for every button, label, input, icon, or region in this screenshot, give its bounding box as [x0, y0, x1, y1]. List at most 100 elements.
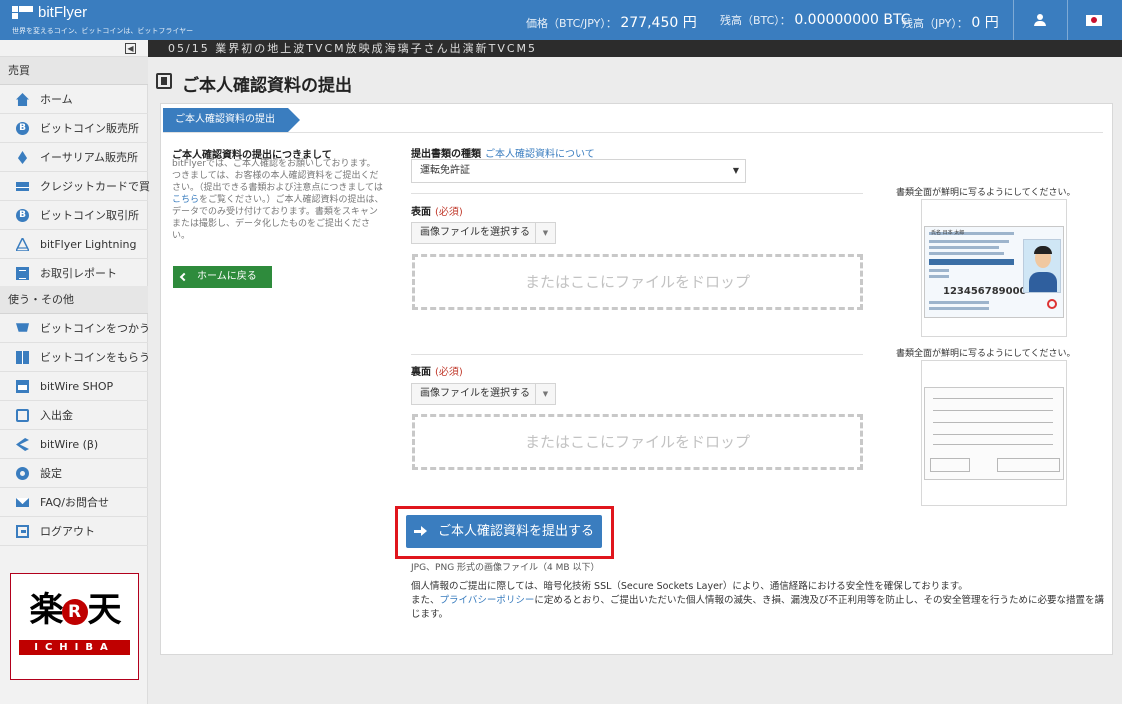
- report-icon: [16, 267, 29, 280]
- arrow-right-icon: [414, 525, 428, 538]
- sidebar-item-label: ビットコインをつかう: [40, 322, 150, 335]
- share-icon: [16, 438, 29, 451]
- doc-type-label: 提出書類の種類 ご本人確認資料について: [411, 149, 595, 160]
- sidebar-item-faq[interactable]: FAQ/お問合せ: [0, 488, 148, 517]
- tab-document-submission[interactable]: ご本人確認資料の提出: [163, 108, 300, 132]
- logout-icon: [16, 525, 29, 538]
- news-ticker[interactable]: 05/15 業界初の地上波TVCM放映成海璃子さん出演新TVCM5: [148, 40, 1122, 57]
- back-sample-note: 書類全面が鮮明に写るようにしてください。: [896, 349, 1076, 359]
- doc-type-select[interactable]: 運転免許証 ▼: [411, 159, 746, 183]
- divider: [411, 193, 863, 194]
- language-button[interactable]: [1068, 0, 1120, 40]
- sidebar-item-label: ホーム: [40, 93, 73, 106]
- sidebar-item-lightning[interactable]: bitFlyer Lightning: [0, 230, 148, 259]
- sidebar-item-bitwire[interactable]: bitWire (β): [0, 430, 148, 459]
- privacy-line-2: また、プライバシーポリシーに定めるとおり、ご提出いただいた個人情報の滅失、き損、…: [411, 595, 1104, 620]
- sidebar-item-use-bitcoin[interactable]: ビットコインをつかう: [0, 314, 150, 343]
- ichiba-label: ICHIBA: [19, 640, 130, 655]
- info-link[interactable]: こちら: [172, 195, 199, 205]
- portrait-photo: [1023, 239, 1061, 293]
- sidebar-section-trade: 売買: [0, 57, 148, 85]
- doc-type-value: 運転免許証: [420, 165, 470, 176]
- sidebar: ◀ 売買 ホーム B ビットコイン販売所 イーサリアム販売所 クレジットカードで…: [0, 40, 150, 704]
- home-icon: [16, 93, 29, 106]
- credit-card-icon: [16, 182, 29, 191]
- account-button[interactable]: [1014, 0, 1066, 40]
- arrow-left-icon: [179, 272, 189, 282]
- sidebar-item-label: クレジットカードで買: [40, 180, 150, 193]
- sidebar-item-label: イーサリアム販売所: [40, 151, 139, 164]
- official-seal-icon: [1047, 299, 1057, 309]
- sidebar-item-bitwire-shop[interactable]: bitWire SHOP: [0, 372, 148, 401]
- gear-icon: [16, 467, 29, 480]
- sidebar-item-ethereum-shop[interactable]: イーサリアム販売所: [0, 143, 148, 172]
- ethereum-icon: [17, 151, 28, 164]
- submit-button-label: ご本人確認資料を提出する: [438, 524, 595, 539]
- sidebar-collapse-button[interactable]: ◀: [0, 40, 148, 57]
- dropdown-caret-icon: ▼: [535, 223, 555, 243]
- jpy-balance-label: 残高（JPY）：: [902, 17, 968, 30]
- sidebar-item-label: ログアウト: [40, 525, 95, 538]
- sidebar-item-label: 入出金: [40, 409, 73, 422]
- logo-mark-icon: [12, 6, 34, 20]
- sidebar-item-label: ビットコイン販売所: [40, 122, 139, 135]
- info-text: bitFlyerでは、ご本人確認をお願いしております。つきましては、お客様の本人…: [172, 159, 384, 241]
- btc-balance-value: 0.00000000 BTC: [794, 12, 911, 28]
- jpy-balance: 残高（JPY）： 0 円: [902, 12, 999, 32]
- sidebar-item-label: bitWire (β): [40, 438, 99, 451]
- brand-name: bitFlyer: [38, 4, 88, 21]
- collapse-arrow-icon: ◀: [125, 43, 136, 54]
- back-side-label: 裏面 (必須): [411, 367, 463, 378]
- cash-icon: [16, 409, 29, 422]
- lightning-icon: [16, 238, 29, 251]
- sidebar-item-logout[interactable]: ログアウト: [0, 517, 148, 546]
- sidebar-item-bitcoin-exchange[interactable]: B ビットコイン取引所: [0, 201, 148, 230]
- sidebar-item-credit-card[interactable]: クレジットカードで買: [0, 172, 150, 201]
- license-front-sample-image: 氏名 日本 太郎 123456789000: [924, 226, 1064, 318]
- file-format-note: JPG、PNG 形式の画像ファイル（4 MB 以下）: [411, 563, 600, 573]
- privacy-line-1: 個人情報のご提出に際しては、暗号化技術 SSL（Secure Sockets L…: [411, 581, 968, 592]
- rakuten-logo: 楽R天: [29, 590, 122, 630]
- btc-balance: 残高（BTC）： 0.00000000 BTC: [720, 12, 911, 28]
- file-button-label: 画像ファイルを選択する: [420, 388, 530, 399]
- bitcoin-icon: B: [16, 209, 29, 222]
- flag-japan-icon: [1086, 14, 1102, 26]
- back-drop-zone[interactable]: またはここにファイルをドロップ: [412, 414, 863, 470]
- sidebar-item-deposit-withdraw[interactable]: 入出金: [0, 401, 148, 430]
- privacy-notice: 個人情報のご提出に際しては、暗号化技術 SSL（Secure Sockets L…: [411, 580, 1111, 622]
- sidebar-item-label: ビットコイン取引所: [40, 209, 139, 222]
- tab-underline: [163, 132, 1103, 133]
- submit-documents-button[interactable]: ご本人確認資料を提出する: [406, 515, 602, 548]
- license-back-sample-image: [924, 387, 1064, 480]
- sidebar-item-bitcoin-shop[interactable]: B ビットコイン販売所: [0, 114, 148, 143]
- sidebar-item-label: bitFlyer Lightning: [40, 238, 137, 251]
- sidebar-item-home[interactable]: ホーム: [0, 85, 148, 114]
- sidebar-item-label: bitWire SHOP: [40, 380, 114, 393]
- back-file-select-button[interactable]: 画像ファイルを選択する ▼: [411, 383, 556, 405]
- chevron-down-icon: ▼: [732, 166, 739, 175]
- btc-price: 価格（BTC/JPY）： 277,450 円: [526, 12, 697, 32]
- shop-icon: [16, 380, 29, 393]
- sidebar-section-use: 使う・その他: [0, 286, 148, 314]
- front-file-select-button[interactable]: 画像ファイルを選択する ▼: [411, 222, 556, 244]
- document-icon: [156, 73, 172, 89]
- front-side-label: 表面 (必須): [411, 207, 463, 218]
- divider: [411, 354, 863, 355]
- btc-price-label: 価格（BTC/JPY）：: [526, 17, 617, 30]
- front-sample-note: 書類全面が鮮明に写るようにしてください。: [896, 188, 1076, 198]
- back-home-button[interactable]: ホームに戻る: [173, 266, 272, 288]
- rakuten-ichiba-banner[interactable]: 楽R天 ICHIBA: [10, 573, 139, 680]
- file-button-label: 画像ファイルを選択する: [420, 227, 530, 238]
- dropdown-caret-icon: ▼: [535, 384, 555, 404]
- top-header-bar: bitFlyer 世界を変えるコイン、ビットコインは、ビットフライヤー 価格（B…: [0, 0, 1122, 40]
- sidebar-item-label: FAQ/お問合せ: [40, 496, 110, 509]
- bitcoin-icon: B: [16, 122, 29, 135]
- sidebar-item-get-bitcoin[interactable]: ビットコインをもらう: [0, 343, 150, 372]
- front-drop-zone[interactable]: またはここにファイルをドロップ: [412, 254, 863, 310]
- jpy-balance-value: 0 円: [971, 15, 999, 31]
- back-home-label: ホームに戻る: [197, 271, 257, 282]
- sidebar-item-report[interactable]: お取引レポート: [0, 259, 148, 288]
- privacy-policy-link[interactable]: プライバシーポリシー: [440, 595, 535, 606]
- cart-icon: [16, 323, 29, 332]
- sidebar-item-settings[interactable]: 設定: [0, 459, 148, 488]
